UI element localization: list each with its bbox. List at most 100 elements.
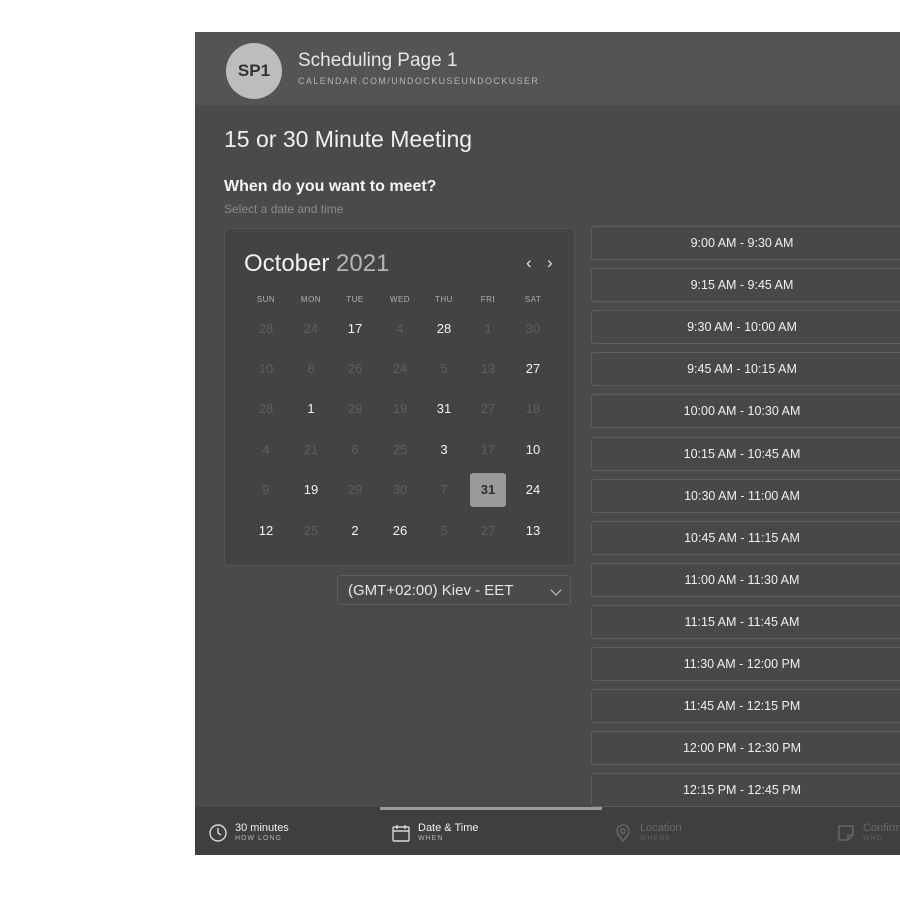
page-url: CALENDAR.COM/UNDOCKUSEUNDOCKUSER bbox=[298, 76, 540, 86]
time-slot-label: 10:30 AM - 11:00 AM bbox=[684, 488, 800, 503]
time-slot-button[interactable]: 11:00 AM - 11:30 AM bbox=[591, 562, 900, 597]
note-icon bbox=[838, 825, 854, 841]
calendar-day[interactable]: 3 bbox=[426, 432, 462, 466]
next-month-icon[interactable]: › bbox=[547, 253, 553, 273]
header: SP1 Scheduling Page 1 CALENDAR.COM/UNDOC… bbox=[195, 32, 900, 105]
weekday-label: THU bbox=[435, 295, 453, 304]
page-name: Scheduling Page 1 bbox=[298, 50, 458, 71]
calendar-day[interactable]: 12 bbox=[248, 513, 284, 547]
weekday-label: TUE bbox=[346, 295, 364, 304]
calendar-day: 1 bbox=[484, 320, 492, 336]
time-slot-button[interactable]: 12:15 PM - 12:45 PM bbox=[591, 773, 900, 808]
calendar-day: 9 bbox=[262, 482, 270, 498]
calendar-day: 30 bbox=[525, 320, 541, 336]
calendar-day: 26 bbox=[347, 360, 363, 376]
weekday-label: MON bbox=[300, 295, 322, 304]
weekday-label: FRI bbox=[480, 295, 496, 304]
calendar-day: 17 bbox=[480, 441, 496, 457]
calendar-day[interactable]: 24 bbox=[515, 473, 551, 507]
calendar-day: 30 bbox=[392, 482, 408, 498]
time-slot-label: 10:00 AM - 10:30 AM bbox=[683, 404, 801, 419]
calendar-day: 8 bbox=[307, 360, 315, 376]
time-slot-button[interactable]: 11:15 AM - 11:45 AM bbox=[591, 604, 900, 639]
time-slot-button[interactable]: 11:45 AM - 12:15 PM bbox=[591, 689, 900, 724]
calendar-day[interactable]: 19 bbox=[293, 473, 329, 507]
calendar-day[interactable]: 2 bbox=[337, 513, 373, 547]
calendar-day[interactable]: 27 bbox=[515, 351, 551, 385]
time-slot-label: 12:15 PM - 12:45 PM bbox=[682, 783, 802, 798]
month-label: October bbox=[244, 250, 330, 277]
calendar-day: 24 bbox=[392, 360, 408, 376]
calendar-day[interactable]: 1 bbox=[293, 392, 329, 426]
time-slot-label: 9:30 AM - 10:00 AM bbox=[687, 320, 797, 335]
time-slot-button[interactable]: 10:00 AM - 10:30 AM bbox=[591, 394, 900, 429]
location-pin-icon bbox=[616, 824, 630, 843]
weekday-label: SUN bbox=[256, 295, 276, 304]
calendar-day: 19 bbox=[392, 401, 408, 417]
calendar-day: 4 bbox=[262, 441, 270, 457]
month-year-label: October 2021 bbox=[244, 250, 389, 278]
calendar-day: 10 bbox=[258, 360, 274, 376]
calendar-icon bbox=[392, 825, 410, 842]
selected-day[interactable]: 31 bbox=[470, 472, 506, 507]
chevron-down-icon bbox=[550, 584, 562, 596]
weekday-label: SAT bbox=[524, 295, 542, 304]
calendar-day: 25 bbox=[392, 441, 408, 457]
calendar-day: 27 bbox=[480, 401, 496, 417]
calendar-day[interactable]: 17 bbox=[337, 311, 373, 345]
calendar-day: 13 bbox=[480, 360, 496, 376]
calendar-day: 29 bbox=[347, 482, 363, 498]
timezone-value: (GMT+02:00) Kiev - EET bbox=[348, 582, 514, 599]
step-subtitle: WHO bbox=[863, 835, 884, 842]
time-slot-button[interactable]: 9:30 AM - 10:00 AM bbox=[591, 310, 900, 345]
time-slot-label: 12:00 PM - 12:30 PM bbox=[682, 741, 802, 756]
section-heading: When do you want to meet? bbox=[224, 178, 437, 195]
timezone-select[interactable]: (GMT+02:00) Kiev - EET bbox=[337, 575, 571, 605]
step-subtitle: WHEN bbox=[418, 835, 444, 842]
time-slot-button[interactable]: 10:30 AM - 11:00 AM bbox=[591, 478, 900, 513]
step-subtitle: WHERE bbox=[640, 835, 672, 842]
weekday-label: WED bbox=[389, 295, 411, 304]
time-slot-button[interactable]: 9:45 AM - 10:15 AM bbox=[591, 352, 900, 387]
time-slot-label: 9:45 AM - 10:15 AM bbox=[687, 362, 797, 377]
step-title: Date & Time bbox=[418, 822, 479, 834]
calendar-day: 29 bbox=[347, 401, 363, 417]
step-subtitle: HOW LONG bbox=[235, 835, 282, 842]
section-instruction: Select a date and time bbox=[224, 202, 344, 216]
date-picker: October 2021 ‹ › SUN MON TUE WED THU FRI SAT 28… bbox=[224, 228, 575, 566]
year-label: 2021 bbox=[336, 250, 390, 277]
time-slot-button[interactable]: 11:30 AM - 12:00 PM bbox=[591, 647, 900, 681]
page-title: 15 or 30 Minute Meeting bbox=[224, 126, 473, 152]
calendar-day: 28 bbox=[258, 320, 274, 336]
time-slot-button[interactable]: 9:00 AM - 9:30 AM bbox=[591, 226, 900, 260]
calendar-day: 18 bbox=[525, 401, 541, 417]
calendar-day: 24 bbox=[303, 320, 319, 336]
time-slot-button[interactable]: 10:15 AM - 10:45 AM bbox=[591, 436, 900, 471]
calendar-day: 25 bbox=[303, 522, 319, 538]
calendar-day[interactable]: 28 bbox=[426, 311, 462, 345]
calendar-day[interactable]: 26 bbox=[382, 513, 418, 547]
scheduling-app: SP1 Scheduling Page 1 CALENDAR.COM/UNDOC… bbox=[195, 32, 900, 855]
step-title: Location bbox=[640, 822, 682, 834]
active-step-indicator bbox=[380, 807, 602, 810]
calendar-day[interactable]: 13 bbox=[515, 513, 551, 547]
time-slot-label: 11:00 AM - 11:30 AM bbox=[684, 572, 800, 587]
time-slot-button[interactable]: 9:15 AM - 9:45 AM bbox=[591, 268, 900, 303]
time-slot-label: 10:45 AM - 11:15 AM bbox=[684, 530, 800, 545]
calendar-day[interactable]: 31 bbox=[426, 392, 462, 426]
calendar-day: 4 bbox=[396, 320, 404, 336]
calendar-day: 5 bbox=[440, 360, 448, 376]
time-slot-label: 11:30 AM - 12:00 PM bbox=[683, 657, 801, 671]
step-title: 30 minutes bbox=[235, 822, 289, 834]
time-slot-label: 9:00 AM - 9:30 AM bbox=[690, 236, 794, 250]
calendar-day: 6 bbox=[351, 441, 359, 457]
calendar-day: 21 bbox=[303, 441, 319, 457]
time-slot-label: 11:45 AM - 12:15 PM bbox=[683, 699, 801, 714]
time-slot-button[interactable]: 10:45 AM - 11:15 AM bbox=[591, 520, 900, 555]
clock-icon bbox=[209, 824, 227, 842]
calendar-day[interactable]: 10 bbox=[515, 432, 551, 466]
time-slot-label: 11:15 AM - 11:45 AM bbox=[684, 614, 800, 629]
time-slot-button[interactable]: 12:00 PM - 12:30 PM bbox=[591, 731, 900, 766]
time-slot-label: 9:15 AM - 9:45 AM bbox=[690, 278, 794, 293]
previous-month-icon[interactable]: ‹ bbox=[526, 253, 532, 273]
